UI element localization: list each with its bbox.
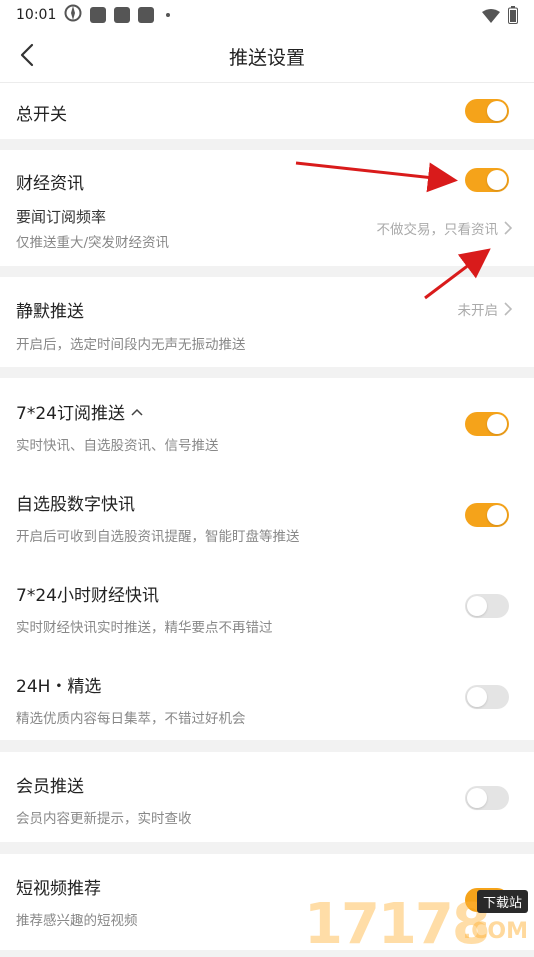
notification-icon (138, 7, 155, 23)
finance-flash-toggle[interactable] (465, 594, 509, 618)
subscription-title-wrap: 7*24订阅推送 (16, 399, 143, 424)
toggle-knob (467, 788, 487, 808)
finance-news-toggle[interactable] (465, 168, 509, 192)
finance-flash-desc: 实时财经快讯实时推送，精华要点不再错过 (16, 620, 273, 636)
subscription-section: 7*24订阅推送 实时快讯、自选股资讯、信号推送 自选股数字快讯 开启后可收到自… (0, 378, 534, 740)
silent-push-section[interactable]: 静默推送 开启后，选定时间段内无声无振动推送 未开启 (0, 277, 534, 367)
status-bar: 10:01 (0, 0, 534, 30)
pinwheel-icon (64, 4, 82, 26)
wifi-icon (482, 8, 500, 27)
silent-push-desc: 开启后，选定时间段内无声无振动推送 (16, 337, 246, 353)
toggle-knob (487, 505, 507, 525)
master-switch-row: 总开关 (0, 83, 534, 139)
finance-news-title: 财经资讯 (16, 174, 84, 194)
chevron-right-icon (504, 302, 512, 316)
more-notifications-icon (166, 13, 171, 17)
daily-selection-desc: 精选优质内容每日集萃，不错过好机会 (16, 711, 246, 727)
notification-icon (114, 7, 131, 23)
toggle-knob (487, 101, 507, 121)
subscription-frequency-link[interactable]: 不做交易，只看资讯 (376, 218, 512, 238)
toggle-knob (467, 596, 487, 616)
nav-header: 推送设置 (0, 30, 534, 83)
silent-push-value: 未开启 (457, 303, 499, 319)
master-toggle[interactable] (465, 99, 509, 123)
subscription-frequency-value: 不做交易，只看资讯 (376, 222, 499, 238)
subscription-toggle[interactable] (465, 412, 509, 436)
master-switch-label: 总开关 (16, 105, 67, 125)
member-push-section: 会员推送 会员内容更新提示，实时查收 (0, 752, 534, 842)
toggle-knob (467, 687, 487, 707)
subscription-frequency-desc: 仅推送重大/突发财经资讯 (16, 235, 170, 251)
chevron-up-icon[interactable] (131, 408, 143, 416)
subscription-frequency-label: 要闻订阅频率 (16, 208, 107, 226)
toggle-knob (487, 890, 507, 910)
short-video-title: 短视频推荐 (16, 879, 101, 899)
finance-news-section: 财经资讯 要闻订阅频率 仅推送重大/突发财经资讯 不做交易，只看资讯 (0, 150, 534, 266)
stock-digital-news-desc: 开启后可收到自选股资讯提醒，智能盯盘等推送 (16, 529, 300, 545)
toggle-knob (487, 414, 507, 434)
subscription-title: 7*24订阅推送 (16, 404, 125, 424)
finance-flash-title: 7*24小时财经快讯 (16, 586, 159, 606)
page-title: 推送设置 (228, 47, 305, 69)
short-video-desc: 推荐感兴趣的短视频 (16, 913, 138, 929)
status-time: 10:01 (16, 7, 57, 23)
subscription-desc: 实时快讯、自选股资讯、信号推送 (16, 438, 219, 454)
stock-digital-news-title: 自选股数字快讯 (16, 495, 135, 515)
short-video-toggle[interactable] (465, 888, 509, 912)
notification-icon (90, 7, 107, 23)
daily-selection-title: 24H・精选 (16, 677, 102, 697)
short-video-section: 短视频推荐 推荐感兴趣的短视频 (0, 854, 534, 950)
battery-icon (508, 6, 518, 28)
silent-push-link[interactable]: 未开启 (457, 299, 512, 319)
member-push-toggle[interactable] (465, 786, 509, 810)
stock-digital-news-toggle[interactable] (465, 503, 509, 527)
daily-selection-toggle[interactable] (465, 685, 509, 709)
chevron-right-icon (504, 221, 512, 235)
silent-push-title: 静默推送 (16, 302, 84, 322)
toggle-knob (487, 170, 507, 190)
member-push-desc: 会员内容更新提示，实时查收 (16, 811, 192, 827)
member-push-title: 会员推送 (16, 777, 84, 797)
